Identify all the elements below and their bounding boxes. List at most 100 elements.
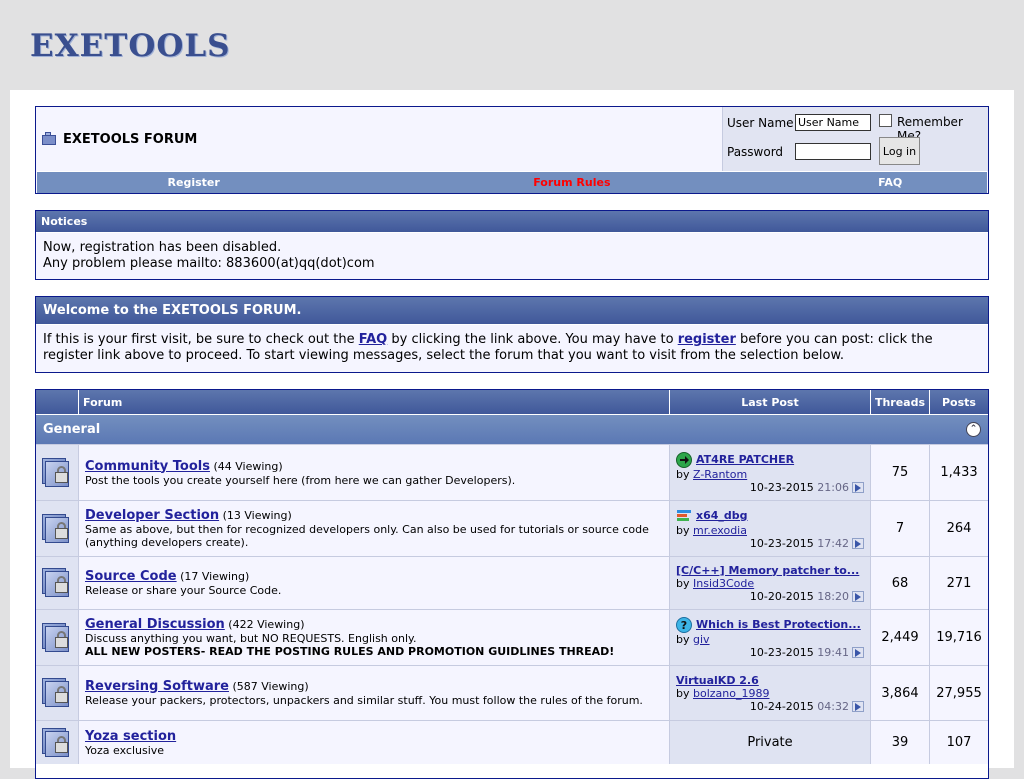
forum-row: Source Code (17 Viewing) Release or shar… [36,556,988,609]
post-count: 264 [930,501,988,556]
collapse-icon[interactable]: ⌃ [966,422,981,437]
remember-me-checkbox[interactable] [879,114,892,127]
post-count: 19,716 [930,610,988,665]
forum-description: Post the tools you create yourself here … [85,473,516,487]
thread-count: 39 [871,721,930,764]
forum-row: Reversing Software (587 Viewing) Release… [36,665,988,720]
question-icon: ? [676,616,692,633]
last-post-time: 17:42 [817,536,849,550]
site-logo[interactable]: EXETOOLS [30,28,231,64]
go-to-last-post-icon[interactable] [852,482,864,493]
navbar-title: EXETOOLS FORUM [36,107,722,171]
last-post-cell: VirtualKD 2.6 by bolzano_1989 10-24-2015… [670,666,871,720]
last-post-title-link[interactable]: Which is Best Protection... [696,618,861,631]
forum-description: Same as above, but then for recognized d… [85,523,649,549]
go-to-last-post-icon[interactable] [852,538,864,549]
forum-title-link[interactable]: General Discussion [85,617,225,632]
last-post-title-link[interactable]: AT4RE PATCHER [696,453,794,466]
login-button[interactable]: Log in [879,137,920,165]
forum-table: Forum Last Post Threads Posts General ⌃ … [35,389,989,779]
forum-locked-icon [42,513,72,544]
forum-row: Community Tools (44 Viewing) Post the to… [36,444,988,500]
folder-icon [42,132,58,146]
forum-locked-icon [42,678,72,708]
password-input[interactable] [795,143,871,160]
last-post-title-link[interactable]: VirtualKD 2.6 [676,674,759,687]
forum-description: Release or share your Source Code. [85,584,282,597]
forum-table-header: Forum Last Post Threads Posts [36,390,988,414]
last-post-date: 10-24-2015 [749,699,814,713]
last-post-time: 04:32 [817,699,849,713]
viewing-count: (17 Viewing) [180,570,250,583]
column-header-threads: Threads [871,390,930,414]
notices-header: Notices [36,211,988,233]
register-link[interactable]: Register [37,176,350,189]
last-post-date: 10-23-2015 [749,480,814,494]
category-title[interactable]: General [43,422,100,437]
last-post-cell: ? Which is Best Protection... by giv 10-2… [670,610,871,665]
forum-description: Yoza exclusive [85,743,165,757]
forum-row: Yoza section Yoza exclusive Private 39 1… [36,720,988,764]
last-post-time: 21:06 [817,480,849,494]
last-post-author-link[interactable]: Z-Rantom [693,468,747,481]
notice-line: Any problem please mailto: 883600(at)qq(… [43,256,375,271]
column-header-last-post: Last Post [670,390,871,414]
forum-locked-icon [42,457,72,488]
notice-line: Now, registration has been disabled. [43,240,282,255]
thread-count: 7 [871,501,930,556]
navbar: EXETOOLS FORUM User Name Remember Me? Pa… [35,106,989,194]
last-post-date: 10-20-2015 [749,589,814,603]
forum-title-link[interactable]: Yoza section [85,729,176,744]
forum-title-link[interactable]: Community Tools [85,459,210,474]
forum-locked-icon [42,568,72,598]
post-count: 27,955 [930,666,988,720]
notices-box: Notices Now, registration has been disab… [35,210,989,280]
forum-name[interactable]: EXETOOLS FORUM [63,132,197,147]
header-bar: EXETOOLS [0,0,1024,90]
welcome-box: Welcome to the EXETOOLS FORUM. If this i… [35,296,989,373]
forum-row: General Discussion (422 Viewing) Discuss… [36,609,988,665]
last-post-date: 10-23-2015 [749,536,814,550]
last-post-author-link[interactable]: Insid3Code [693,577,754,590]
username-input[interactable] [795,114,871,131]
password-label: Password [727,145,784,159]
last-post-author-link[interactable]: bolzano_1989 [693,687,769,700]
go-to-last-post-icon[interactable] [852,701,864,712]
last-post-cell: [C/C++] Memory patcher to... by Insid3Co… [670,557,871,609]
login-form: User Name Remember Me? Password Log in [722,107,988,171]
forum-notice: ALL NEW POSTERS- READ THE POSTING RULES … [85,645,615,658]
go-to-last-post-icon[interactable] [852,591,864,602]
last-post-time: 19:41 [817,645,849,659]
forum-locked-icon [42,727,72,758]
thread-count: 75 [871,445,930,500]
last-post-author-link[interactable]: mr.exodia [693,524,747,537]
post-count: 107 [930,721,988,764]
column-header-forum: Forum [79,390,670,414]
register-inline-link[interactable]: register [678,332,736,347]
post-count: 1,433 [930,445,988,500]
forum-row: Developer Section (13 Viewing) Same as a… [36,500,988,556]
private-label: Private [747,735,793,750]
forum-title-link[interactable]: Source Code [85,569,177,584]
thread-count: 3,864 [871,666,930,720]
category-header: General ⌃ [36,414,988,444]
last-post-author-link[interactable]: giv [693,633,710,646]
faq-link[interactable]: FAQ [793,176,987,189]
forum-rules-link[interactable]: Forum Rules [350,176,793,189]
viewing-count: (422 Viewing) [228,618,305,631]
last-post-title-link[interactable]: [C/C++] Memory patcher to... [676,564,859,577]
last-post-cell: Private [670,721,871,764]
faq-inline-link[interactable]: FAQ [359,332,388,347]
post-count: 271 [930,557,988,609]
forum-title-link[interactable]: Reversing Software [85,679,229,694]
thread-count: 2,449 [871,610,930,665]
welcome-text: If this is your first visit, be sure to … [43,332,933,363]
page-content: EXETOOLS FORUM User Name Remember Me? Pa… [10,90,1014,779]
viewing-count: (44 Viewing) [213,459,283,473]
forum-description: Discuss anything you want, but NO REQUES… [85,632,417,645]
forum-title-link[interactable]: Developer Section [85,508,219,523]
thread-count: 68 [871,557,930,609]
column-header-posts: Posts [942,395,976,409]
last-post-title-link[interactable]: x64_dbg [696,509,748,522]
go-to-last-post-icon[interactable] [852,647,864,658]
